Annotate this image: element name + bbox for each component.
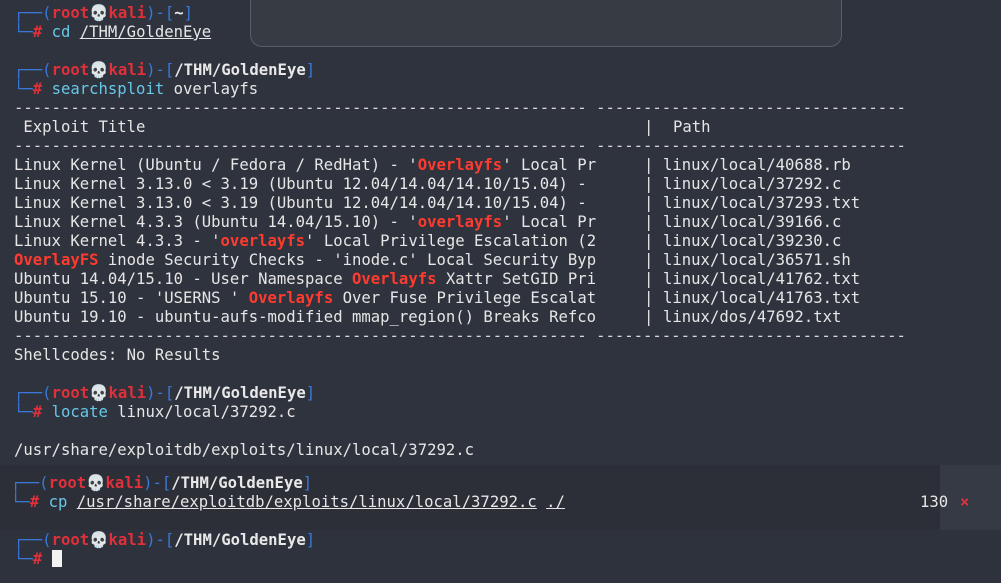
column-separator: | [644, 308, 654, 326]
command-input-line[interactable]: └─# [14, 550, 62, 569]
search-match-highlight: overlayfs [220, 232, 306, 250]
exploit-title: Linux Kernel (Ubuntu / Fedora / RedHat) … [14, 156, 597, 174]
column-separator: | [644, 213, 654, 231]
prompt-line: ┌──(root💀kali)-[/THM/GoldenEye] [14, 384, 316, 402]
table-row: Linux Kernel 4.3.3 - 'overlayfs' Local P… [14, 232, 841, 251]
table-row: Ubuntu 19.10 - ubuntu-aufs-modified mmap… [14, 308, 841, 327]
exploit-title: Ubuntu 15.10 - 'USERNS ' Overlayfs Over … [14, 289, 597, 307]
exploit-path: linux/local/41762.txt [663, 270, 861, 288]
column-separator: | [644, 156, 654, 174]
exploit-path: linux/local/37293.txt [663, 194, 861, 212]
exploit-title: Ubuntu 14.04/15.10 - User Namespace Over… [14, 270, 597, 288]
skull-icon: 💀 [89, 531, 109, 549]
search-match-highlight: OverlayFS [14, 251, 99, 269]
table-rule: ----------------------------------------… [14, 99, 906, 117]
command-line: └─# searchsploit overlayfs [14, 80, 259, 98]
text-cursor[interactable] [51, 550, 62, 567]
skull-icon: 💀 [89, 61, 109, 79]
table-row: Linux Kernel 3.13.0 < 3.19 (Ubuntu 12.04… [14, 194, 860, 213]
column-separator: | [644, 232, 654, 250]
command-line: └─# cp /usr/share/exploitdb/exploits/lin… [11, 493, 565, 511]
table-row: Linux Kernel 4.3.3 (Ubuntu 14.04/15.10) … [14, 213, 841, 232]
exploit-title: Ubuntu 19.10 - ubuntu-aufs-modified mmap… [14, 308, 597, 326]
exploit-path: linux/local/36571.sh [663, 251, 851, 269]
prompt-line: ┌──(root💀kali)-[/THM/GoldenEye] [11, 474, 313, 492]
command-line: └─# locate linux/local/37292.c [14, 403, 296, 421]
terminal-pane-side [940, 465, 1001, 530]
search-match-highlight: Overlayfs [248, 289, 334, 307]
prompt-line: ┌──(root💀kali)-[/THM/GoldenEye] [14, 531, 316, 549]
column-separator: | [644, 289, 654, 307]
locate-output: /usr/share/exploitdb/exploits/linux/loca… [14, 441, 475, 459]
exit-code: 130 [920, 493, 949, 511]
header-exploit-title: Exploit Title [14, 118, 146, 136]
skull-icon: 💀 [89, 4, 109, 22]
column-separator: | [644, 175, 654, 193]
column-separator: | [644, 194, 654, 212]
table-row: Ubuntu 15.10 - 'USERNS ' Overlayfs Over … [14, 289, 860, 308]
table-row: OverlayFS inode Security Checks - 'inode… [14, 251, 851, 270]
prompt-line: ┌──(root💀kali)-[~] [14, 4, 194, 22]
kali-terminal-window[interactable]: ┌──(root💀kali)-[~] └─# cd /THM/GoldenEye… [0, 0, 1001, 583]
skull-icon: 💀 [86, 474, 106, 492]
exploit-path: linux/dos/47692.txt [663, 308, 842, 326]
header-path: Path [673, 118, 711, 136]
search-match-highlight: overlayfs [417, 213, 503, 231]
exploit-path: linux/local/39230.c [663, 232, 842, 250]
column-separator: | [644, 251, 654, 269]
table-row: Ubuntu 14.04/15.10 - User Namespace Over… [14, 270, 860, 289]
table-header: Exploit Title | Path [14, 118, 711, 136]
exploit-title: Linux Kernel 3.13.0 < 3.19 (Ubuntu 12.04… [14, 194, 597, 212]
table-rule: ----------------------------------------… [14, 327, 906, 345]
shellcodes-result: Shellcodes: No Results [14, 346, 221, 364]
exploit-title: Linux Kernel 4.3.3 - 'overlayfs' Local P… [14, 232, 597, 250]
error-x-icon: × [960, 493, 970, 511]
table-rule: ----------------------------------------… [14, 137, 906, 155]
search-match-highlight: Overlayfs [351, 270, 437, 288]
exploit-path: linux/local/41763.txt [663, 289, 861, 307]
skull-icon: 💀 [89, 384, 109, 402]
prompt-line: ┌──(root💀kali)-[/THM/GoldenEye] [14, 61, 316, 79]
column-separator: | [644, 270, 654, 288]
search-match-highlight: Overlayfs [417, 156, 503, 174]
exploit-path: linux/local/37292.c [663, 175, 842, 193]
exploit-title: Linux Kernel 4.3.3 (Ubuntu 14.04/15.10) … [14, 213, 597, 231]
command-line: └─# cd /THM/GoldenEye [14, 23, 212, 41]
table-row: Linux Kernel 3.13.0 < 3.19 (Ubuntu 12.04… [14, 175, 841, 194]
exploit-path: linux/local/40688.rb [663, 156, 851, 174]
exploit-title: OverlayFS inode Security Checks - 'inode… [14, 251, 597, 269]
background-window-dialog [250, 0, 842, 47]
exploit-path: linux/local/39166.c [663, 213, 842, 231]
table-row: Linux Kernel (Ubuntu / Fedora / RedHat) … [14, 156, 851, 175]
exploit-title: Linux Kernel 3.13.0 < 3.19 (Ubuntu 12.04… [14, 175, 597, 193]
